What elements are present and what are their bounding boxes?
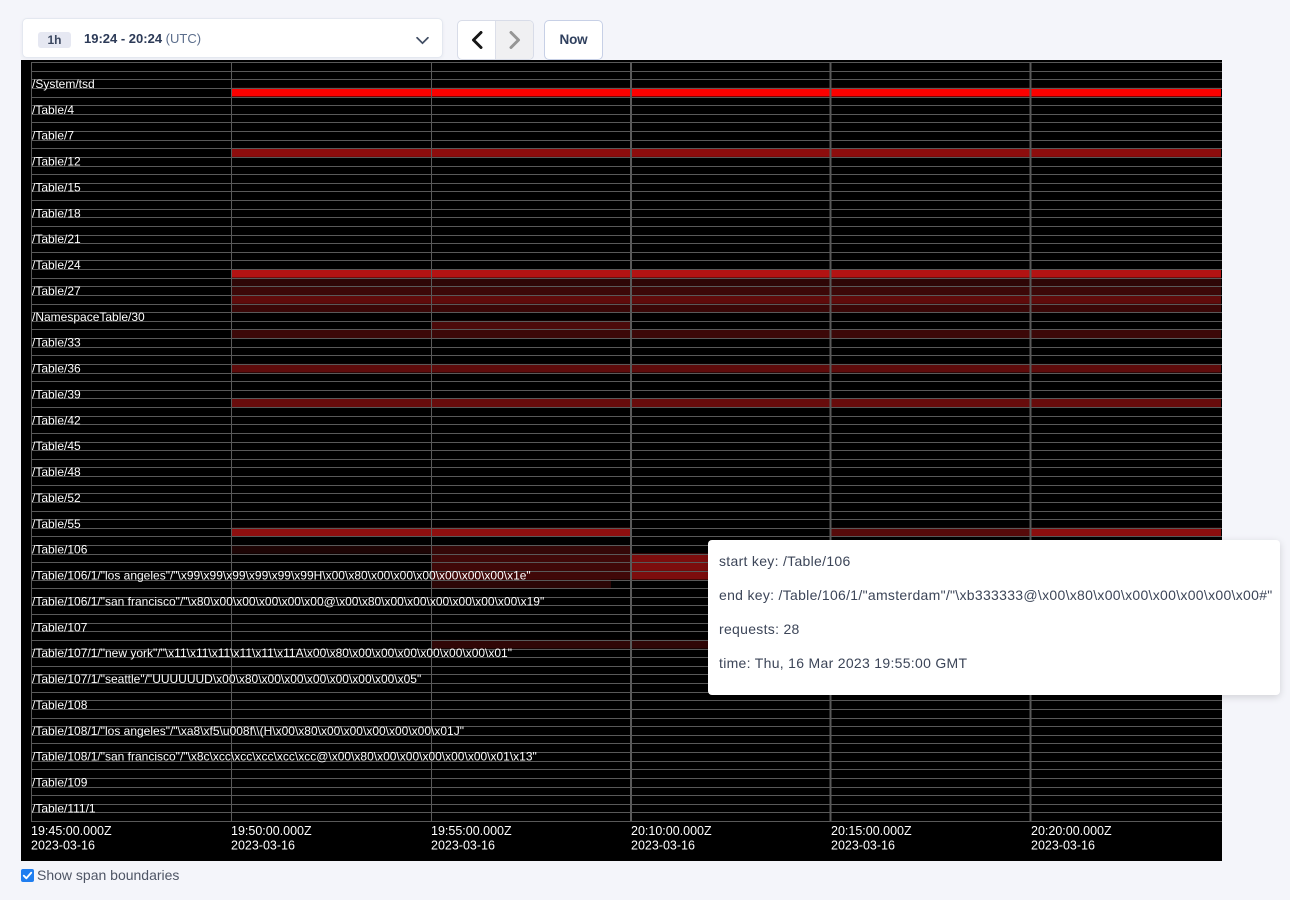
- svg-text:20:10:00.000Z: 20:10:00.000Z: [631, 824, 712, 838]
- svg-text:20:20:00.000Z: 20:20:00.000Z: [1031, 824, 1112, 838]
- svg-text:/Table/107/1/"seattle"/"UUUUUU: /Table/107/1/"seattle"/"UUUUUUD\x00\x80\…: [32, 672, 421, 686]
- svg-text:/Table/33: /Table/33: [32, 336, 81, 350]
- svg-text:/Table/45: /Table/45: [32, 439, 81, 453]
- svg-text:/Table/108/1/"san francisco"/": /Table/108/1/"san francisco"/"\x8c\xcc\x…: [32, 750, 537, 764]
- svg-text:/Table/109: /Table/109: [32, 776, 88, 790]
- svg-text:2023-03-16: 2023-03-16: [231, 839, 295, 853]
- svg-text:/Table/39: /Table/39: [32, 387, 81, 401]
- svg-text:/Table/24: /Table/24: [32, 258, 81, 272]
- svg-text:2023-03-16: 2023-03-16: [431, 839, 495, 853]
- svg-text:/Table/42: /Table/42: [32, 413, 81, 427]
- svg-text:/Table/21: /Table/21: [32, 232, 81, 246]
- svg-text:/Table/55: /Table/55: [32, 517, 81, 531]
- svg-text:/Table/36: /Table/36: [32, 362, 81, 376]
- svg-text:2023-03-16: 2023-03-16: [1031, 839, 1095, 853]
- svg-text:/Table/12: /Table/12: [32, 155, 81, 169]
- svg-text:/Table/107: /Table/107: [32, 620, 88, 634]
- svg-text:/Table/106/1/"los angeles"/"\x: /Table/106/1/"los angeles"/"\x99\x99\x99…: [32, 569, 531, 583]
- svg-text:/Table/4: /Table/4: [32, 103, 74, 117]
- svg-text:20:15:00.000Z: 20:15:00.000Z: [831, 824, 912, 838]
- svg-text:/Table/18: /Table/18: [32, 206, 81, 220]
- svg-text:19:55:00.000Z: 19:55:00.000Z: [431, 824, 512, 838]
- svg-text:/Table/27: /Table/27: [32, 284, 81, 298]
- svg-text:/Table/108/1/"los angeles"/"\x: /Table/108/1/"los angeles"/"\xa8\xf5\u00…: [32, 724, 464, 738]
- svg-text:/Table/106: /Table/106: [32, 543, 88, 557]
- svg-text:/Table/106/1/"san francisco"/": /Table/106/1/"san francisco"/"\x80\x00\x…: [32, 594, 544, 608]
- svg-text:19:50:00.000Z: 19:50:00.000Z: [231, 824, 312, 838]
- svg-text:/NamespaceTable/30: /NamespaceTable/30: [32, 310, 145, 324]
- svg-text:/System/tsd: /System/tsd: [32, 77, 95, 91]
- svg-text:/Table/7: /Table/7: [32, 129, 74, 143]
- svg-text:2023-03-16: 2023-03-16: [31, 839, 95, 853]
- svg-text:/Table/48: /Table/48: [32, 465, 81, 479]
- svg-text:/Table/108: /Table/108: [32, 698, 88, 712]
- svg-text:19:45:00.000Z: 19:45:00.000Z: [31, 824, 112, 838]
- svg-text:2023-03-16: 2023-03-16: [831, 839, 895, 853]
- svg-text:/Table/52: /Table/52: [32, 491, 81, 505]
- svg-text:/Table/107/1/"new york"/"\x11\: /Table/107/1/"new york"/"\x11\x11\x11\x1…: [32, 646, 512, 660]
- svg-text:/Table/111/1: /Table/111/1: [32, 801, 96, 815]
- svg-text:/Table/15: /Table/15: [32, 180, 81, 194]
- svg-text:2023-03-16: 2023-03-16: [631, 839, 695, 853]
